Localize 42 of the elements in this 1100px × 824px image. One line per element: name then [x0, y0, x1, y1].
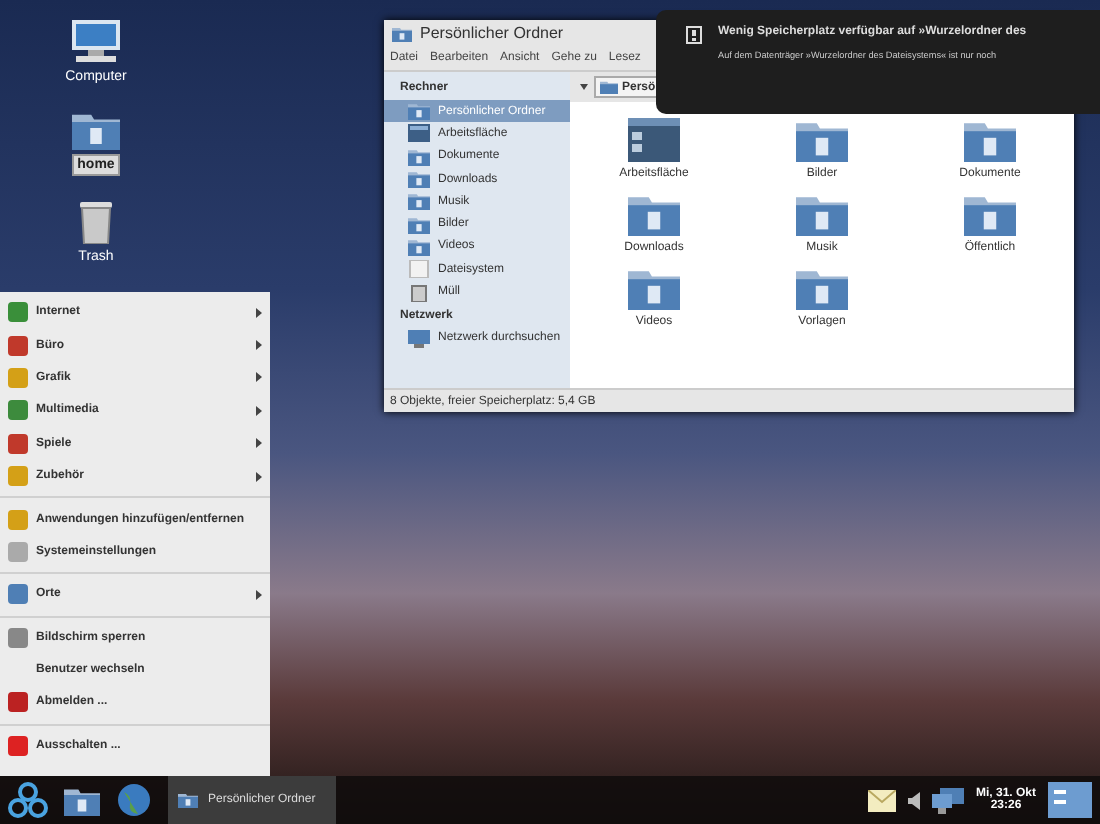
folder-icon — [964, 192, 1016, 236]
folder-icon — [628, 192, 680, 236]
network-icon — [408, 329, 430, 348]
window-title: Persönlicher Ordner — [420, 24, 564, 42]
warning-icon — [686, 26, 702, 44]
app-icon — [8, 335, 28, 356]
folder-icon — [796, 266, 848, 310]
desktop-icon — [408, 124, 430, 143]
app-icon — [8, 302, 28, 323]
app-icon — [8, 400, 28, 421]
folder-icon — [178, 792, 198, 808]
app-icon — [8, 584, 28, 605]
home-folder-icon[interactable] — [64, 785, 100, 815]
app-icon — [8, 627, 28, 648]
folder-icon — [408, 192, 430, 211]
network-icon[interactable] — [931, 787, 964, 813]
app-icon — [8, 367, 28, 388]
folder-icon — [964, 118, 1016, 162]
desktop-icon — [628, 118, 680, 162]
menu-logo-icon[interactable] — [8, 782, 48, 818]
app-icon — [8, 466, 28, 487]
folder-icon — [408, 215, 430, 234]
computer-icon[interactable] — [69, 20, 122, 64]
home-folder-icon — [408, 102, 430, 121]
folder-icon — [408, 237, 430, 256]
mail-icon[interactable] — [867, 789, 896, 811]
left-arrow-icon[interactable] — [580, 84, 588, 90]
speaker-icon[interactable] — [907, 791, 920, 809]
folder-icon — [600, 80, 618, 94]
app-icon — [8, 509, 28, 530]
folder-icon — [796, 192, 848, 236]
folder-icon — [628, 266, 680, 310]
folder-icon — [392, 25, 412, 41]
app-icon — [8, 541, 28, 562]
app-icon — [8, 433, 28, 454]
folder-icon — [408, 170, 430, 189]
globe-icon[interactable] — [116, 782, 152, 818]
app-icon — [8, 692, 28, 713]
folder-icon — [796, 118, 848, 162]
folder-icon — [408, 147, 430, 166]
workspace-switcher-icon[interactable] — [1048, 782, 1092, 818]
app-icon — [8, 735, 28, 756]
